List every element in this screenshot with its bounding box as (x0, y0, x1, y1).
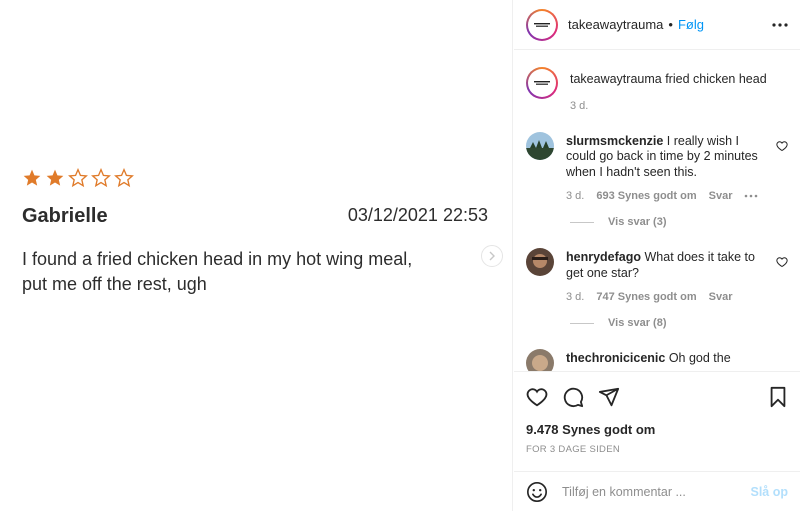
star-empty-icon (91, 168, 111, 188)
comment-item: slurmsmckenzie I really wish I could go … (526, 131, 788, 202)
star-filled-icon (46, 169, 64, 186)
post-header: takeawaytrauma • Følg (514, 0, 800, 50)
avatar[interactable] (526, 8, 558, 41)
caption-text: fried chicken head (665, 72, 767, 86)
post-comment-button[interactable]: Slå op (750, 485, 788, 499)
caption-age[interactable]: 3 d. (570, 100, 588, 112)
comment-likes[interactable]: 693 Synes godt om (596, 190, 696, 202)
reviewer-name: Gabrielle (22, 205, 108, 227)
view-replies-label: Vis svar (3) (608, 216, 667, 228)
account-logo-icon (534, 81, 550, 85)
replies-divider (570, 221, 594, 223)
comment-username[interactable]: slurmsmckenzie (566, 134, 663, 148)
star-rating (22, 168, 134, 188)
separator-dot: • (668, 17, 673, 32)
likes-count[interactable]: 9.478 Synes godt om (514, 408, 800, 437)
replies-divider (570, 322, 594, 324)
reply-button[interactable]: Svar (709, 291, 733, 303)
comment-item: thechronicicenic Oh god the (526, 349, 788, 371)
heart-icon[interactable] (526, 386, 548, 408)
account-logo-icon (534, 22, 550, 27)
comment-age[interactable]: 3 d. (566, 291, 584, 303)
review-line-1: I found a fried chicken head in my hot w… (22, 249, 413, 269)
more-options-icon[interactable] (772, 22, 788, 27)
comment-username[interactable]: henrydefago (566, 250, 641, 264)
star-filled-icon (23, 169, 41, 186)
comment-username[interactable]: thechronicicenic (566, 351, 665, 365)
star-empty-icon (114, 168, 134, 188)
follow-button[interactable]: Følg (678, 17, 704, 32)
post-side-panel: takeawaytrauma • Følg takeawaytrauma fri… (514, 0, 800, 511)
header-username[interactable]: takeawaytrauma (568, 17, 663, 32)
next-slide-button[interactable] (481, 245, 503, 267)
caption-username[interactable]: takeawaytrauma (570, 72, 662, 86)
commenter-avatar[interactable] (526, 131, 554, 160)
view-replies-button[interactable]: Vis svar (3) (570, 216, 788, 228)
comment-likes[interactable]: 747 Synes godt om (596, 291, 696, 303)
view-replies-button[interactable]: Vis svar (8) (570, 317, 788, 329)
post-time[interactable]: FOR 3 DAGE SIDEN (514, 437, 800, 455)
comments-list: takeawaytrauma fried chicken head 3 d. s… (514, 51, 800, 371)
review-line-2: put me off the rest, ugh (22, 274, 207, 294)
comment-item: henrydefago What does it take to get one… (526, 248, 788, 303)
star-empty-icon (68, 168, 88, 188)
review-text: I found a fried chicken head in my hot w… (22, 247, 482, 297)
emoji-icon[interactable] (526, 481, 548, 503)
commenter-avatar[interactable] (526, 349, 554, 371)
add-comment-bar: Tilføj en kommentar ... Slå op (514, 471, 800, 511)
chevron-right-icon (489, 251, 495, 261)
caption-avatar[interactable] (526, 67, 558, 99)
review-date: 03/12/2021 22:53 (347, 205, 488, 225)
comment-text: Oh god the (668, 351, 731, 365)
more-options-icon[interactable] (744, 194, 758, 198)
post-image: Gabrielle 03/12/2021 22:53 I found a fri… (0, 0, 513, 511)
comment-input[interactable]: Tilføj en kommentar ... (562, 485, 750, 499)
action-icons (514, 372, 800, 408)
commenter-avatar[interactable] (526, 248, 554, 276)
reply-button[interactable]: Svar (709, 190, 733, 202)
like-comment-icon[interactable] (776, 256, 788, 268)
comment-icon[interactable] (562, 386, 584, 408)
like-comment-icon[interactable] (776, 140, 788, 152)
caption: takeawaytrauma fried chicken head 3 d. (526, 67, 788, 112)
share-icon[interactable] (598, 386, 620, 408)
view-replies-label: Vis svar (8) (608, 317, 667, 329)
comment-age[interactable]: 3 d. (566, 190, 584, 202)
bookmark-icon[interactable] (768, 386, 788, 408)
